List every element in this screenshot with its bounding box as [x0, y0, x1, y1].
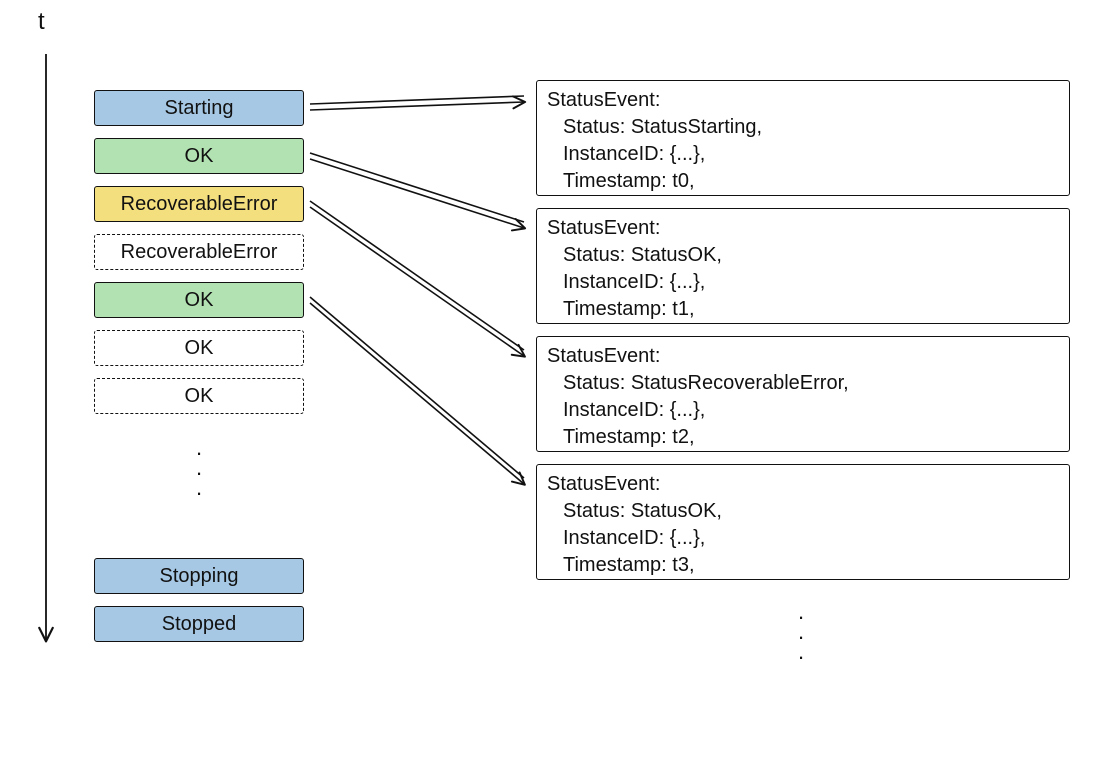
event-ts: Timestamp: t1, [547, 296, 1059, 323]
event-box-0: StatusEvent: Status: StatusStarting, Ins… [536, 80, 1070, 196]
status-box-ok-4: OK [94, 378, 304, 414]
event-box-1: StatusEvent: Status: StatusOK, InstanceI… [536, 208, 1070, 324]
event-status: Status: StatusOK, [547, 498, 1059, 525]
event-title: StatusEvent: [547, 215, 1059, 242]
event-title: StatusEvent: [547, 343, 1059, 370]
event-instance: InstanceID: {...}, [547, 141, 1059, 168]
event-title: StatusEvent: [547, 471, 1059, 498]
event-status: Status: StatusStarting, [547, 114, 1059, 141]
status-box-recoverable-1: RecoverableError [94, 186, 304, 222]
arrow-ok1-to-event1 [310, 153, 524, 228]
status-ellipsis: ... [196, 438, 202, 497]
status-box-ok-1: OK [94, 138, 304, 174]
event-ts: Timestamp: t3, [547, 552, 1059, 579]
event-instance: InstanceID: {...}, [547, 397, 1059, 424]
status-box-stopped: Stopped [94, 606, 304, 642]
event-title: StatusEvent: [547, 87, 1059, 114]
event-status: Status: StatusRecoverableError, [547, 370, 1059, 397]
time-axis-label: t [38, 8, 45, 36]
event-box-3: StatusEvent: Status: StatusOK, InstanceI… [536, 464, 1070, 580]
status-box-ok-3: OK [94, 330, 304, 366]
event-ts: Timestamp: t0, [547, 168, 1059, 195]
event-ts: Timestamp: t2, [547, 424, 1059, 451]
event-instance: InstanceID: {...}, [547, 525, 1059, 552]
arrow-starting-to-event0 [310, 96, 524, 110]
event-status: Status: StatusOK, [547, 242, 1059, 269]
events-ellipsis: ... [798, 602, 804, 661]
status-box-starting: Starting [94, 90, 304, 126]
status-box-recoverable-2: RecoverableError [94, 234, 304, 270]
event-instance: InstanceID: {...}, [547, 269, 1059, 296]
event-box-2: StatusEvent: Status: StatusRecoverableEr… [536, 336, 1070, 452]
status-box-stopping: Stopping [94, 558, 304, 594]
status-box-ok-2: OK [94, 282, 304, 318]
arrow-recov-to-event2 [310, 201, 524, 356]
arrow-ok2-to-event3 [310, 297, 524, 484]
